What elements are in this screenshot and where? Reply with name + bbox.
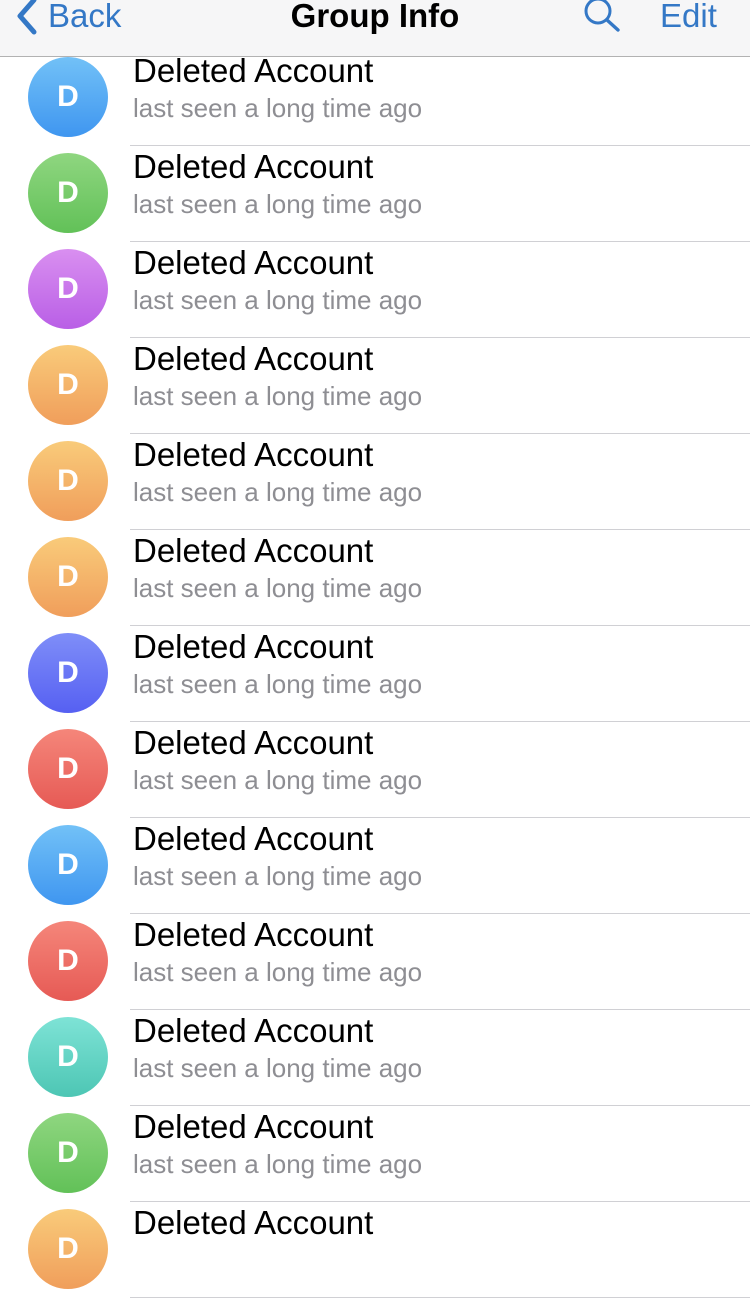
avatar: D <box>28 1113 108 1193</box>
member-name: Deleted Account <box>133 340 374 377</box>
member-name: Deleted Account <box>133 1012 374 1049</box>
member-status: last seen a long time ago <box>133 957 423 987</box>
back-button[interactable]: Back <box>16 0 121 38</box>
avatar: D <box>28 153 108 233</box>
back-label: Back <box>48 0 122 34</box>
member-row[interactable]: D Deleted Account last seen a long time ag… <box>0 241 750 338</box>
member-row[interactable]: D Deleted Account last seen a long time ag… <box>0 49 750 146</box>
member-name: Deleted Account <box>133 52 374 89</box>
member-status: last seen a long time ago <box>133 669 423 699</box>
member-row[interactable]: D Deleted Account <box>0 1201 750 1298</box>
search-button[interactable] <box>582 0 624 34</box>
member-status: last seen a long time ago <box>133 477 423 507</box>
member-status: last seen a long time ago <box>133 861 423 891</box>
member-status: last seen a long time ago <box>133 93 423 123</box>
member-name: Deleted Account <box>133 1108 374 1145</box>
member-row[interactable]: D Deleted Account last seen a long time ag… <box>0 817 750 914</box>
member-name: Deleted Account <box>133 820 374 857</box>
avatar: D <box>28 921 108 1001</box>
member-row[interactable]: D Deleted Account last seen a long time ag… <box>0 721 750 818</box>
member-name: Deleted Account <box>133 1204 374 1241</box>
member-name: Deleted Account <box>133 916 374 953</box>
member-name: Deleted Account <box>133 148 374 185</box>
member-name: Deleted Account <box>133 532 374 569</box>
avatar: D <box>28 345 108 425</box>
avatar: D <box>28 441 108 521</box>
avatar: D <box>28 1209 108 1289</box>
avatar: D <box>28 825 108 905</box>
avatar: D <box>28 729 108 809</box>
navigation-bar: Back Group Info Edit <box>0 0 750 57</box>
search-icon <box>582 0 624 38</box>
member-row[interactable]: D Deleted Account last seen a long time ag… <box>0 1105 750 1202</box>
chevron-left-icon <box>16 0 38 35</box>
member-status: last seen a long time ago <box>133 573 423 603</box>
member-row[interactable]: D Deleted Account last seen a long time ag… <box>0 1009 750 1106</box>
member-name: Deleted Account <box>133 244 374 281</box>
member-row[interactable]: D Deleted Account last seen a long time ag… <box>0 625 750 722</box>
edit-button[interactable]: Edit <box>660 0 717 38</box>
member-status: last seen a long time ago <box>133 285 423 315</box>
avatar: D <box>28 537 108 617</box>
member-name: Deleted Account <box>133 628 374 665</box>
member-row[interactable]: D Deleted Account last seen a long time ag… <box>0 529 750 626</box>
avatar: D <box>28 1017 108 1097</box>
member-name: Deleted Account <box>133 436 374 473</box>
avatar: D <box>28 249 108 329</box>
avatar: D <box>28 57 108 137</box>
member-status: last seen a long time ago <box>133 381 423 411</box>
avatar: D <box>28 633 108 713</box>
member-status: last seen a long time ago <box>133 1149 423 1179</box>
member-status: last seen a long time ago <box>133 1053 423 1083</box>
member-name: Deleted Account <box>133 724 374 761</box>
member-row[interactable]: D Deleted Account last seen a long time ag… <box>0 913 750 1010</box>
member-status: last seen a long time ago <box>133 189 423 219</box>
member-row[interactable]: D Deleted Account last seen a long time ag… <box>0 433 750 530</box>
member-row[interactable]: D Deleted Account last seen a long time ag… <box>0 337 750 434</box>
member-status: last seen a long time ago <box>133 765 423 795</box>
member-row[interactable]: D Deleted Account last seen a long time ag… <box>0 145 750 242</box>
